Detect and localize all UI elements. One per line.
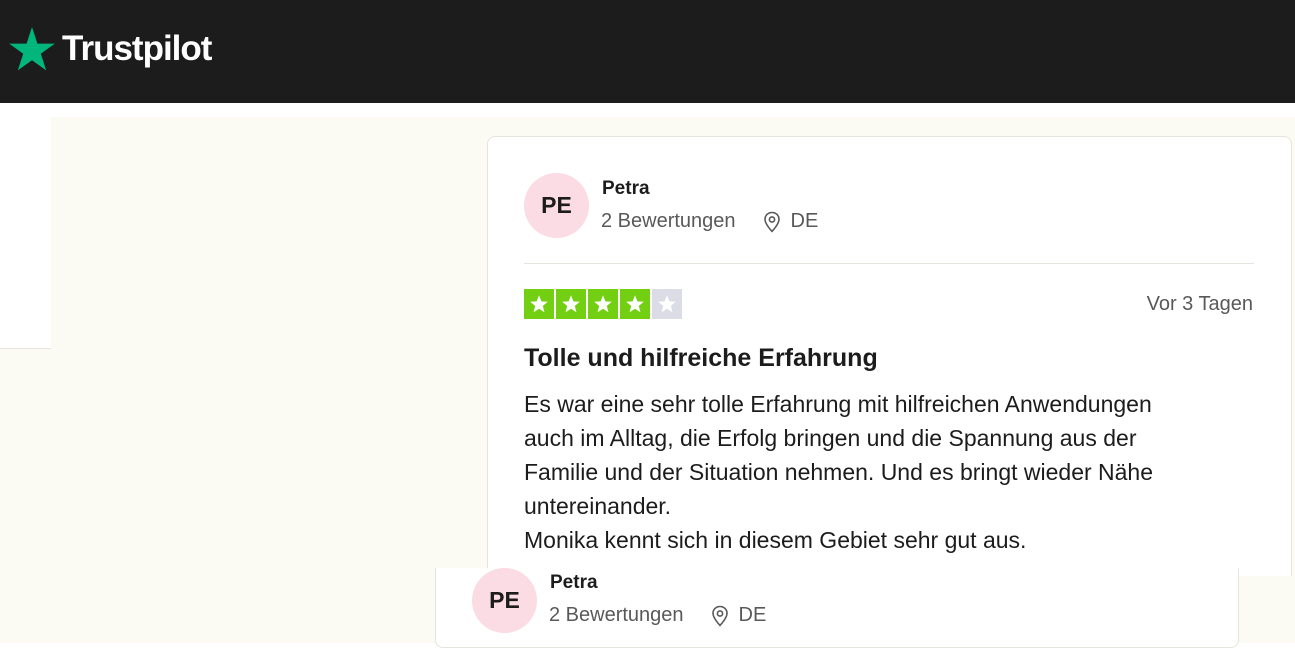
background-lower [0,349,51,643]
star-icon [658,295,676,313]
reviewer-meta: 2 Bewertungen DE [601,210,818,233]
star-icon [9,27,55,71]
trustpilot-logo[interactable]: Trustpilot [8,24,212,72]
review-card: PE Petra 2 Bewertungen DE [435,568,1239,648]
reviewer-name[interactable]: Petra [550,572,598,594]
star-2-filled [556,289,586,319]
star-icon [530,295,548,313]
star-3-filled [588,289,618,319]
reviewer-name[interactable]: Petra [602,178,650,200]
star-5-empty [652,289,682,319]
review-card: PE Petra 2 Bewertungen DE Vor 3 Tagen To… [487,136,1292,576]
star-icon [594,295,612,313]
star-icon [562,295,580,313]
country-code: DE [790,210,819,232]
brand-name: Trustpilot [62,29,212,68]
review-date: Vor 3 Tagen [1146,293,1253,315]
avatar[interactable]: PE [524,173,589,238]
country-code: DE [738,604,767,626]
divider [524,263,1254,264]
review-body: Es war eine sehr tolle Erfahrung mit hil… [524,391,1154,553]
review-count: 2 Bewertungen [549,604,684,626]
top-bar: Trustpilot [0,0,1295,103]
reviewer-location: DE [762,210,819,233]
reviewer-meta: 2 Bewertungen DE [549,604,766,627]
star-1-filled [524,289,554,319]
location-pin-icon [763,211,780,233]
star-rating [524,289,682,319]
review-title[interactable]: Tolle und hilfreiche Erfahrung [524,344,878,373]
reviewer-location: DE [710,604,767,627]
review-count: 2 Bewertungen [601,210,736,232]
star-4-filled [620,289,650,319]
left-panel [0,103,51,349]
avatar[interactable]: PE [472,568,537,633]
location-pin-icon [711,605,728,627]
star-icon [626,295,644,313]
